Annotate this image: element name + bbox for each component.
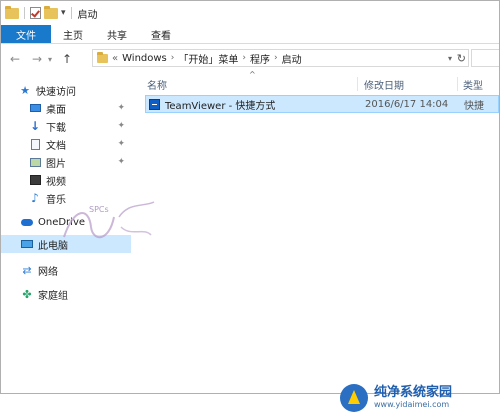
chevron-down-icon[interactable]: ▾ bbox=[61, 8, 66, 18]
nav-label: 视频 bbox=[46, 176, 66, 188]
ribbon-tabs: 文件 主页 共享 查看 bbox=[1, 25, 499, 44]
download-icon: ↓ bbox=[29, 119, 41, 133]
up-arrow-icon[interactable]: ↑ bbox=[59, 49, 75, 69]
breadcrumb-separator[interactable]: › bbox=[274, 53, 278, 63]
nav-label: 桌面 bbox=[46, 104, 66, 116]
toolbar-divider bbox=[24, 7, 25, 19]
nav-label: 文档 bbox=[46, 140, 66, 152]
column-header-type[interactable]: 类型 bbox=[463, 75, 483, 93]
brand-text-block: 纯净系统家园 www.yidaimei.com bbox=[374, 386, 452, 410]
picture-icon bbox=[29, 156, 41, 168]
properties-icon[interactable] bbox=[30, 7, 41, 19]
nav-label: 图片 bbox=[46, 158, 66, 170]
brand-name: 纯净系统家园 bbox=[374, 385, 453, 400]
file-date: 2016/6/17 14:04 bbox=[365, 98, 449, 110]
breadcrumb-separator[interactable]: › bbox=[171, 53, 175, 63]
column-header-row: 名称 修改日期 类型 bbox=[141, 75, 499, 93]
column-header-date[interactable]: 修改日期 bbox=[364, 75, 404, 93]
watermark-graphic bbox=[63, 201, 155, 239]
breadcrumb-programs[interactable]: 程序 bbox=[250, 51, 270, 66]
folder-icon[interactable] bbox=[5, 5, 19, 19]
nav-network[interactable]: ⇄ 网络 bbox=[1, 261, 131, 279]
pin-icon[interactable]: ✦ bbox=[117, 139, 125, 149]
tab-share[interactable]: 共享 bbox=[95, 25, 139, 43]
breadcrumb-start-menu[interactable]: 「开始」菜单 bbox=[178, 51, 238, 66]
watermark-left-text: SPCs bbox=[89, 205, 109, 214]
homegroup-icon: ✤ bbox=[22, 287, 32, 301]
brand-logo-icon bbox=[340, 384, 368, 412]
breadcrumb-separator[interactable]: › bbox=[242, 53, 246, 63]
network-icon: ⇄ bbox=[22, 263, 32, 277]
refresh-icon[interactable]: ↻ bbox=[457, 50, 466, 66]
title-bar: ▾ 启动 bbox=[1, 1, 499, 25]
cloud-icon bbox=[21, 216, 33, 228]
column-divider[interactable] bbox=[457, 77, 458, 91]
nav-homegroup[interactable]: ✤ 家庭组 bbox=[1, 285, 131, 303]
pin-icon[interactable]: ✦ bbox=[117, 157, 125, 167]
computer-icon bbox=[21, 238, 33, 250]
back-arrow-icon[interactable]: ← bbox=[7, 49, 23, 69]
nav-label: 快速访问 bbox=[36, 86, 76, 98]
search-input[interactable] bbox=[471, 49, 499, 67]
recent-locations-chevron-icon[interactable]: ▾ bbox=[45, 49, 55, 69]
file-list: ^ 名称 修改日期 类型 TeamViewer - 快捷方式 2016/6/17… bbox=[141, 70, 499, 393]
teamviewer-shortcut-icon bbox=[149, 98, 160, 110]
nav-quick-access[interactable]: ★ 快速访问 bbox=[1, 81, 131, 99]
breadcrumb-startup[interactable]: 启动 bbox=[282, 51, 302, 66]
nav-item-documents[interactable]: 文档 ✦ bbox=[1, 135, 131, 153]
document-icon bbox=[29, 138, 41, 150]
address-bar[interactable]: « Windows › 「开始」菜单 › 程序 › 启动 ▾ ↻ bbox=[92, 49, 469, 67]
navigation-row: ← → ▾ ↑ « Windows › 「开始」菜单 › 程序 › 启动 ▾ ↻ bbox=[1, 47, 499, 71]
toolbar-divider bbox=[70, 7, 72, 19]
new-folder-icon[interactable] bbox=[44, 5, 58, 19]
breadcrumb-overflow[interactable]: « bbox=[112, 53, 118, 64]
watermark-logo-left: SPCs bbox=[59, 197, 159, 247]
nav-label: 网络 bbox=[38, 266, 58, 278]
folder-icon bbox=[97, 51, 108, 63]
nav-label: 下载 bbox=[46, 122, 66, 134]
file-name-cell: TeamViewer - 快捷方式 bbox=[149, 96, 275, 112]
window-title: 启动 bbox=[77, 9, 98, 21]
nav-label: 家庭组 bbox=[38, 290, 68, 302]
forward-arrow-icon[interactable]: → bbox=[29, 49, 45, 69]
file-row[interactable]: TeamViewer - 快捷方式 2016/6/17 14:04 快捷 bbox=[145, 95, 499, 113]
music-icon: ♪ bbox=[31, 191, 39, 205]
star-icon: ★ bbox=[20, 83, 30, 97]
tab-home[interactable]: 主页 bbox=[51, 25, 95, 43]
brand-url: www.yidaimei.com bbox=[374, 400, 450, 409]
nav-item-videos[interactable]: 视频 bbox=[1, 171, 131, 189]
file-name: TeamViewer - 快捷方式 bbox=[165, 100, 276, 112]
nav-item-desktop[interactable]: 桌面 ✦ bbox=[1, 99, 131, 117]
file-type: 快捷 bbox=[464, 100, 484, 112]
video-icon bbox=[29, 174, 41, 186]
watermark-brand: 纯净系统家园 www.yidaimei.com bbox=[340, 380, 452, 416]
quick-access-toolbar: ▾ bbox=[1, 5, 74, 19]
nav-item-downloads[interactable]: ↓ 下载 ✦ bbox=[1, 117, 131, 135]
tab-file[interactable]: 文件 bbox=[1, 25, 51, 43]
nav-item-pictures[interactable]: 图片 ✦ bbox=[1, 153, 131, 171]
breadcrumb-windows[interactable]: Windows bbox=[122, 53, 167, 64]
column-header-name[interactable]: 名称 bbox=[147, 75, 167, 93]
explorer-window: ▾ 启动 文件 主页 共享 查看 ← → ▾ ↑ « Windows › 「开始… bbox=[0, 0, 500, 394]
desktop-icon bbox=[29, 102, 41, 114]
pin-icon[interactable]: ✦ bbox=[117, 121, 125, 131]
tab-view[interactable]: 查看 bbox=[139, 25, 183, 43]
pin-icon[interactable]: ✦ bbox=[117, 103, 125, 113]
column-divider[interactable] bbox=[357, 77, 358, 91]
address-history-chevron-icon[interactable]: ▾ bbox=[448, 50, 452, 66]
